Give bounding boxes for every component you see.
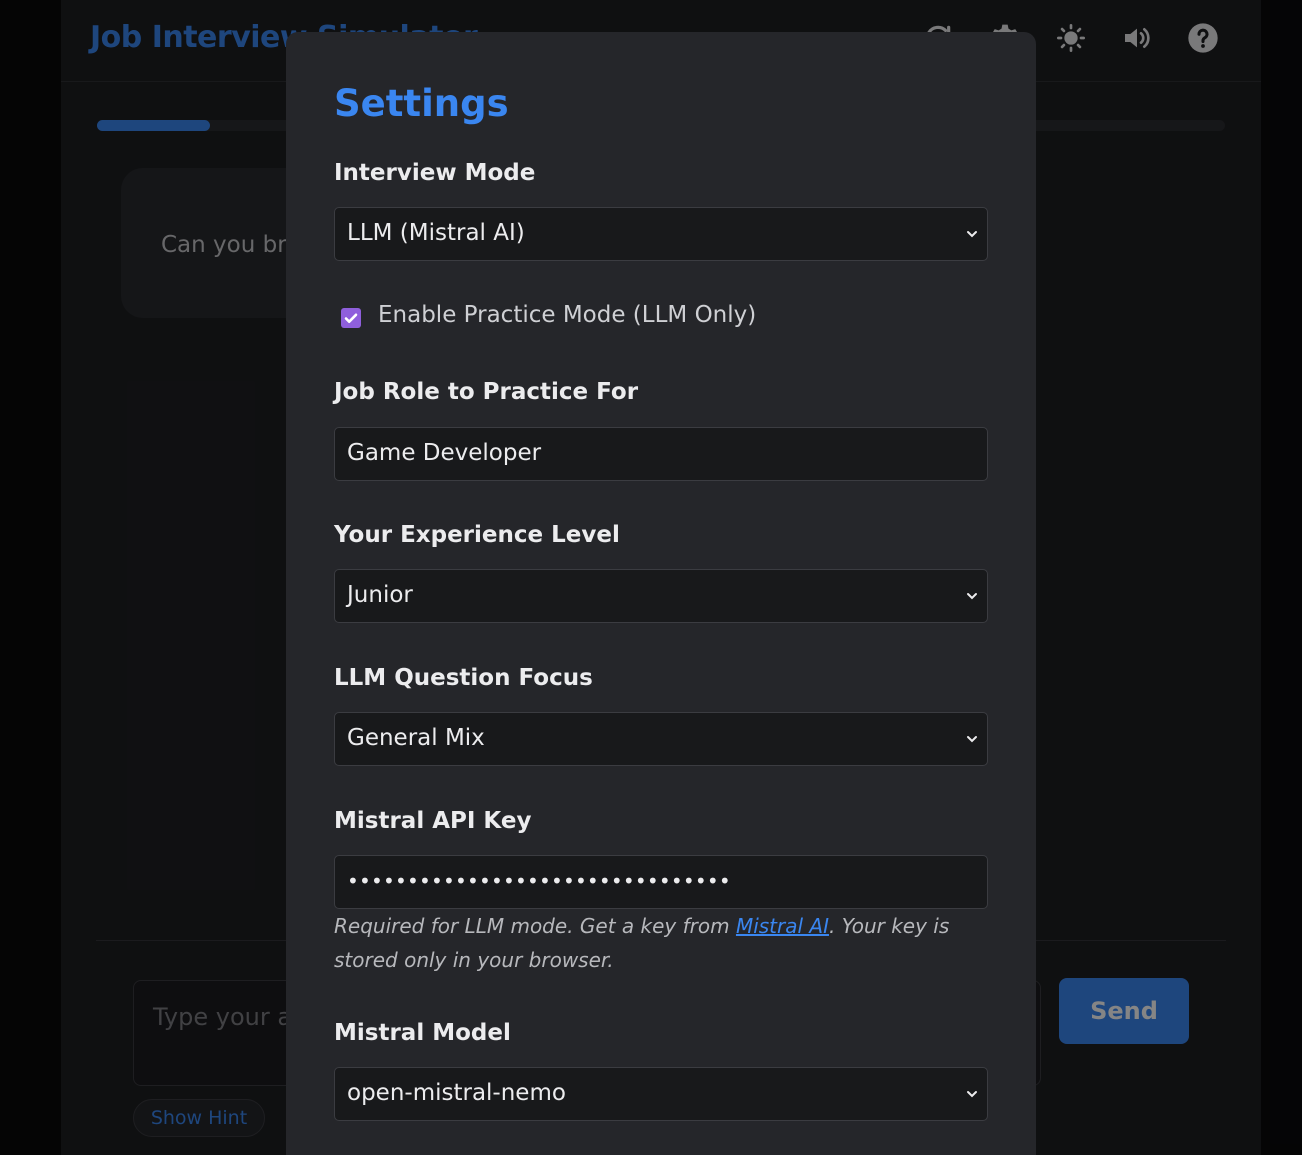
interview-mode-select[interactable]: LLM (Mistral AI)	[334, 207, 988, 261]
settings-modal: Settings Interview Mode LLM (Mistral AI)…	[286, 32, 1036, 1155]
experience-level-value: Junior	[347, 582, 413, 608]
chevron-down-icon	[965, 227, 979, 241]
api-key-value: ••••••••••••••••••••••••••••••••	[347, 869, 731, 893]
help-text-before: Required for LLM mode. Get a key from	[334, 914, 736, 938]
practice-mode-label[interactable]: Enable Practice Mode (LLM Only)	[378, 302, 756, 328]
mistral-ai-link[interactable]: Mistral AI	[736, 914, 829, 938]
job-role-label: Job Role to Practice For	[334, 379, 639, 405]
question-focus-select[interactable]: General Mix	[334, 712, 988, 766]
chevron-down-icon	[965, 589, 979, 603]
job-role-input[interactable]: Game Developer	[334, 427, 988, 481]
question-focus-value: General Mix	[347, 725, 485, 751]
model-value: open-mistral-nemo	[347, 1080, 566, 1106]
practice-mode-checkbox[interactable]	[341, 308, 361, 328]
interview-mode-value: LLM (Mistral AI)	[347, 220, 525, 246]
model-select[interactable]: open-mistral-nemo	[334, 1067, 988, 1121]
interview-mode-label: Interview Mode	[334, 160, 536, 186]
experience-level-label: Your Experience Level	[334, 522, 620, 548]
experience-level-select[interactable]: Junior	[334, 569, 988, 623]
model-label: Mistral Model	[334, 1020, 511, 1046]
job-role-value: Game Developer	[347, 440, 542, 466]
question-focus-label: LLM Question Focus	[334, 665, 593, 691]
chevron-down-icon	[965, 1087, 979, 1101]
api-key-input[interactable]: ••••••••••••••••••••••••••••••••	[334, 855, 988, 909]
chevron-down-icon	[965, 732, 979, 746]
api-key-label: Mistral API Key	[334, 808, 532, 834]
modal-title: Settings	[334, 82, 509, 125]
api-key-help-text: Required for LLM mode. Get a key from Mi…	[334, 909, 994, 977]
